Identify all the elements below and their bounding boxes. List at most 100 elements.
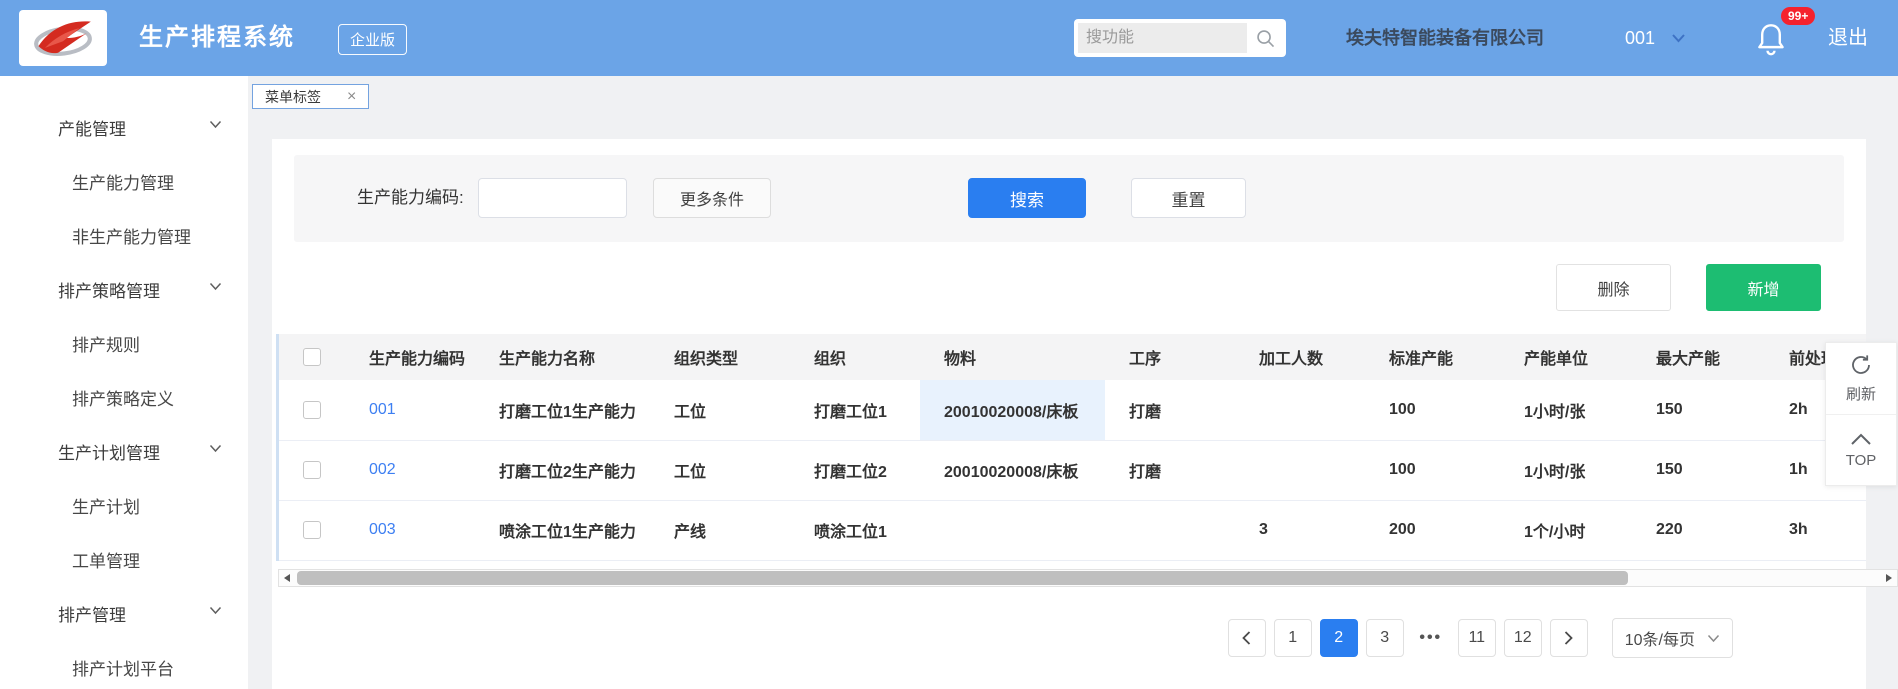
row-checkbox[interactable] — [303, 521, 321, 539]
pagination-prev-button[interactable] — [1228, 619, 1266, 657]
sidebar-item-label: 排产计划平台 — [72, 655, 174, 680]
chevron-up-icon — [1849, 432, 1873, 446]
company-logo — [19, 10, 107, 66]
pagination-page-12[interactable]: 12 — [1504, 619, 1542, 657]
cell-process: 打磨 — [1105, 380, 1235, 440]
global-search-input[interactable] — [1078, 23, 1247, 53]
table-header-row: 生产能力编码 生产能力名称 组织类型 组织 物料 工序 加工人数 标准产能 产能… — [278, 334, 1866, 380]
chevron-down-icon — [209, 120, 222, 129]
logout-button[interactable]: 退出 — [1828, 0, 1868, 76]
edition-badge: 企业版 — [338, 24, 407, 55]
sidebar-item-non-production-capacity[interactable]: 非生产能力管理 — [0, 208, 248, 262]
chevron-right-icon — [1563, 630, 1574, 646]
column-header: 组织 — [790, 334, 920, 380]
chevron-down-icon — [209, 606, 222, 615]
cell-org-type: 工位 — [650, 440, 790, 500]
tab-close-icon[interactable]: × — [347, 89, 356, 105]
column-header: 最大产能 — [1632, 334, 1765, 380]
row-checkbox[interactable] — [303, 401, 321, 419]
column-header: 标准产能 — [1365, 334, 1500, 380]
tab-menu-label[interactable]: 菜单标签 × — [252, 84, 369, 109]
tab-label: 菜单标签 — [265, 87, 321, 107]
column-header: 加工人数 — [1235, 334, 1365, 380]
cell-org: 打磨工位1 — [790, 380, 920, 440]
page-size-select[interactable]: 10条/每页 — [1612, 618, 1733, 658]
chevron-down-icon — [1671, 33, 1686, 43]
cell-unit: 1小时/张 — [1500, 440, 1632, 500]
capacity-table: 生产能力编码 生产能力名称 组织类型 组织 物料 工序 加工人数 标准产能 产能… — [278, 334, 1866, 561]
reset-button[interactable]: 重置 — [1131, 178, 1246, 218]
sidebar-item-label: 排产策略管理 — [58, 277, 160, 302]
page-title: 生产排程系统 — [139, 0, 295, 76]
search-icon[interactable] — [1255, 28, 1276, 49]
scroll-right-arrow-icon[interactable] — [1886, 574, 1892, 582]
column-header: 物料 — [920, 334, 1105, 380]
pagination-page-3[interactable]: 3 — [1366, 619, 1404, 657]
capacity-code-link[interactable]: 001 — [369, 401, 396, 418]
refresh-button[interactable]: 刷新 — [1826, 343, 1896, 414]
sidebar-item-scheduling-rules[interactable]: 排产规则 — [0, 316, 248, 370]
capacity-code-label: 生产能力编码: — [357, 178, 464, 218]
scroll-left-arrow-icon[interactable] — [284, 574, 290, 582]
sidebar-item-strategy-definition[interactable]: 排产策略定义 — [0, 370, 248, 424]
pagination: 1 2 3 ••• 11 12 10条/每页 — [1228, 618, 1733, 658]
cell-workers: 3 — [1235, 500, 1365, 560]
column-header: 产能单位 — [1500, 334, 1632, 380]
sidebar-item-production-capacity[interactable]: 生产能力管理 — [0, 154, 248, 208]
search-button[interactable]: 搜索 — [968, 178, 1086, 218]
sidebar-item-production-plan[interactable]: 生产计划 — [0, 478, 248, 532]
notification-bell-icon[interactable] — [1755, 21, 1787, 62]
scrollbar-thumb[interactable] — [297, 571, 1628, 585]
cell-max-capacity: 220 — [1632, 500, 1765, 560]
cell-unit: 1小时/张 — [1500, 380, 1632, 440]
cell-workers — [1235, 440, 1365, 500]
sidebar-item-scheduling-platform[interactable]: 排产计划平台 — [0, 640, 248, 689]
horizontal-scrollbar[interactable] — [278, 569, 1898, 587]
capacity-code-input[interactable] — [478, 178, 627, 218]
column-header: 工序 — [1105, 334, 1235, 380]
column-header: 组织类型 — [650, 334, 790, 380]
delete-button[interactable]: 删除 — [1556, 264, 1671, 311]
top-label: TOP — [1846, 452, 1877, 469]
add-button[interactable]: 新增 — [1706, 264, 1821, 311]
sidebar-item-label: 非生产能力管理 — [72, 223, 191, 248]
table-row: 003 喷涂工位1生产能力 产线 喷涂工位1 3 200 1个/小时 220 3… — [278, 500, 1866, 560]
cell-org: 喷涂工位1 — [790, 500, 920, 560]
column-header: 生产能力名称 — [475, 334, 650, 380]
cell-workers — [1235, 380, 1365, 440]
sidebar-item-work-order-mgmt[interactable]: 工单管理 — [0, 532, 248, 586]
sidebar-item-label: 生产计划管理 — [58, 439, 160, 464]
pagination-ellipsis[interactable]: ••• — [1412, 619, 1450, 657]
cell-material: 20010020008/床板 — [920, 440, 1105, 500]
sidebar-item-scheduling-mgmt[interactable]: 排产管理 — [0, 586, 248, 640]
chevron-left-icon — [1241, 630, 1252, 646]
capacity-code-link[interactable]: 003 — [369, 521, 396, 538]
chevron-down-icon — [1707, 634, 1720, 643]
cell-material: 20010020008/床板 — [920, 380, 1105, 440]
cell-std-capacity: 100 — [1365, 440, 1500, 500]
org-code: 001 — [1625, 28, 1655, 49]
cell-name: 打磨工位2生产能力 — [475, 440, 650, 500]
sidebar-item-strategy-mgmt[interactable]: 排产策略管理 — [0, 262, 248, 316]
pagination-page-1[interactable]: 1 — [1274, 619, 1312, 657]
select-all-checkbox[interactable] — [303, 348, 321, 366]
back-to-top-button[interactable]: TOP — [1826, 414, 1896, 485]
pagination-page-2-active[interactable]: 2 — [1320, 619, 1358, 657]
capacity-code-link[interactable]: 002 — [369, 461, 396, 478]
notification-count-badge: 99+ — [1781, 7, 1815, 25]
cell-name: 喷涂工位1生产能力 — [475, 500, 650, 560]
more-conditions-button[interactable]: 更多条件 — [653, 178, 771, 218]
sidebar-item-label: 排产管理 — [58, 601, 126, 626]
pagination-next-button[interactable] — [1550, 619, 1588, 657]
sidebar-item-capacity-mgmt[interactable]: 产能管理 — [0, 100, 248, 154]
pagination-page-11[interactable]: 11 — [1458, 619, 1496, 657]
cell-std-capacity: 200 — [1365, 500, 1500, 560]
sidebar-item-plan-mgmt[interactable]: 生产计划管理 — [0, 424, 248, 478]
cell-unit: 1个/小时 — [1500, 500, 1632, 560]
cell-org: 打磨工位2 — [790, 440, 920, 500]
row-checkbox[interactable] — [303, 461, 321, 479]
cell-org-type: 工位 — [650, 380, 790, 440]
table-row: 001 打磨工位1生产能力 工位 打磨工位1 20010020008/床板 打磨… — [278, 380, 1866, 440]
cell-max-capacity: 150 — [1632, 440, 1765, 500]
org-selector[interactable]: 001 — [1625, 0, 1686, 76]
